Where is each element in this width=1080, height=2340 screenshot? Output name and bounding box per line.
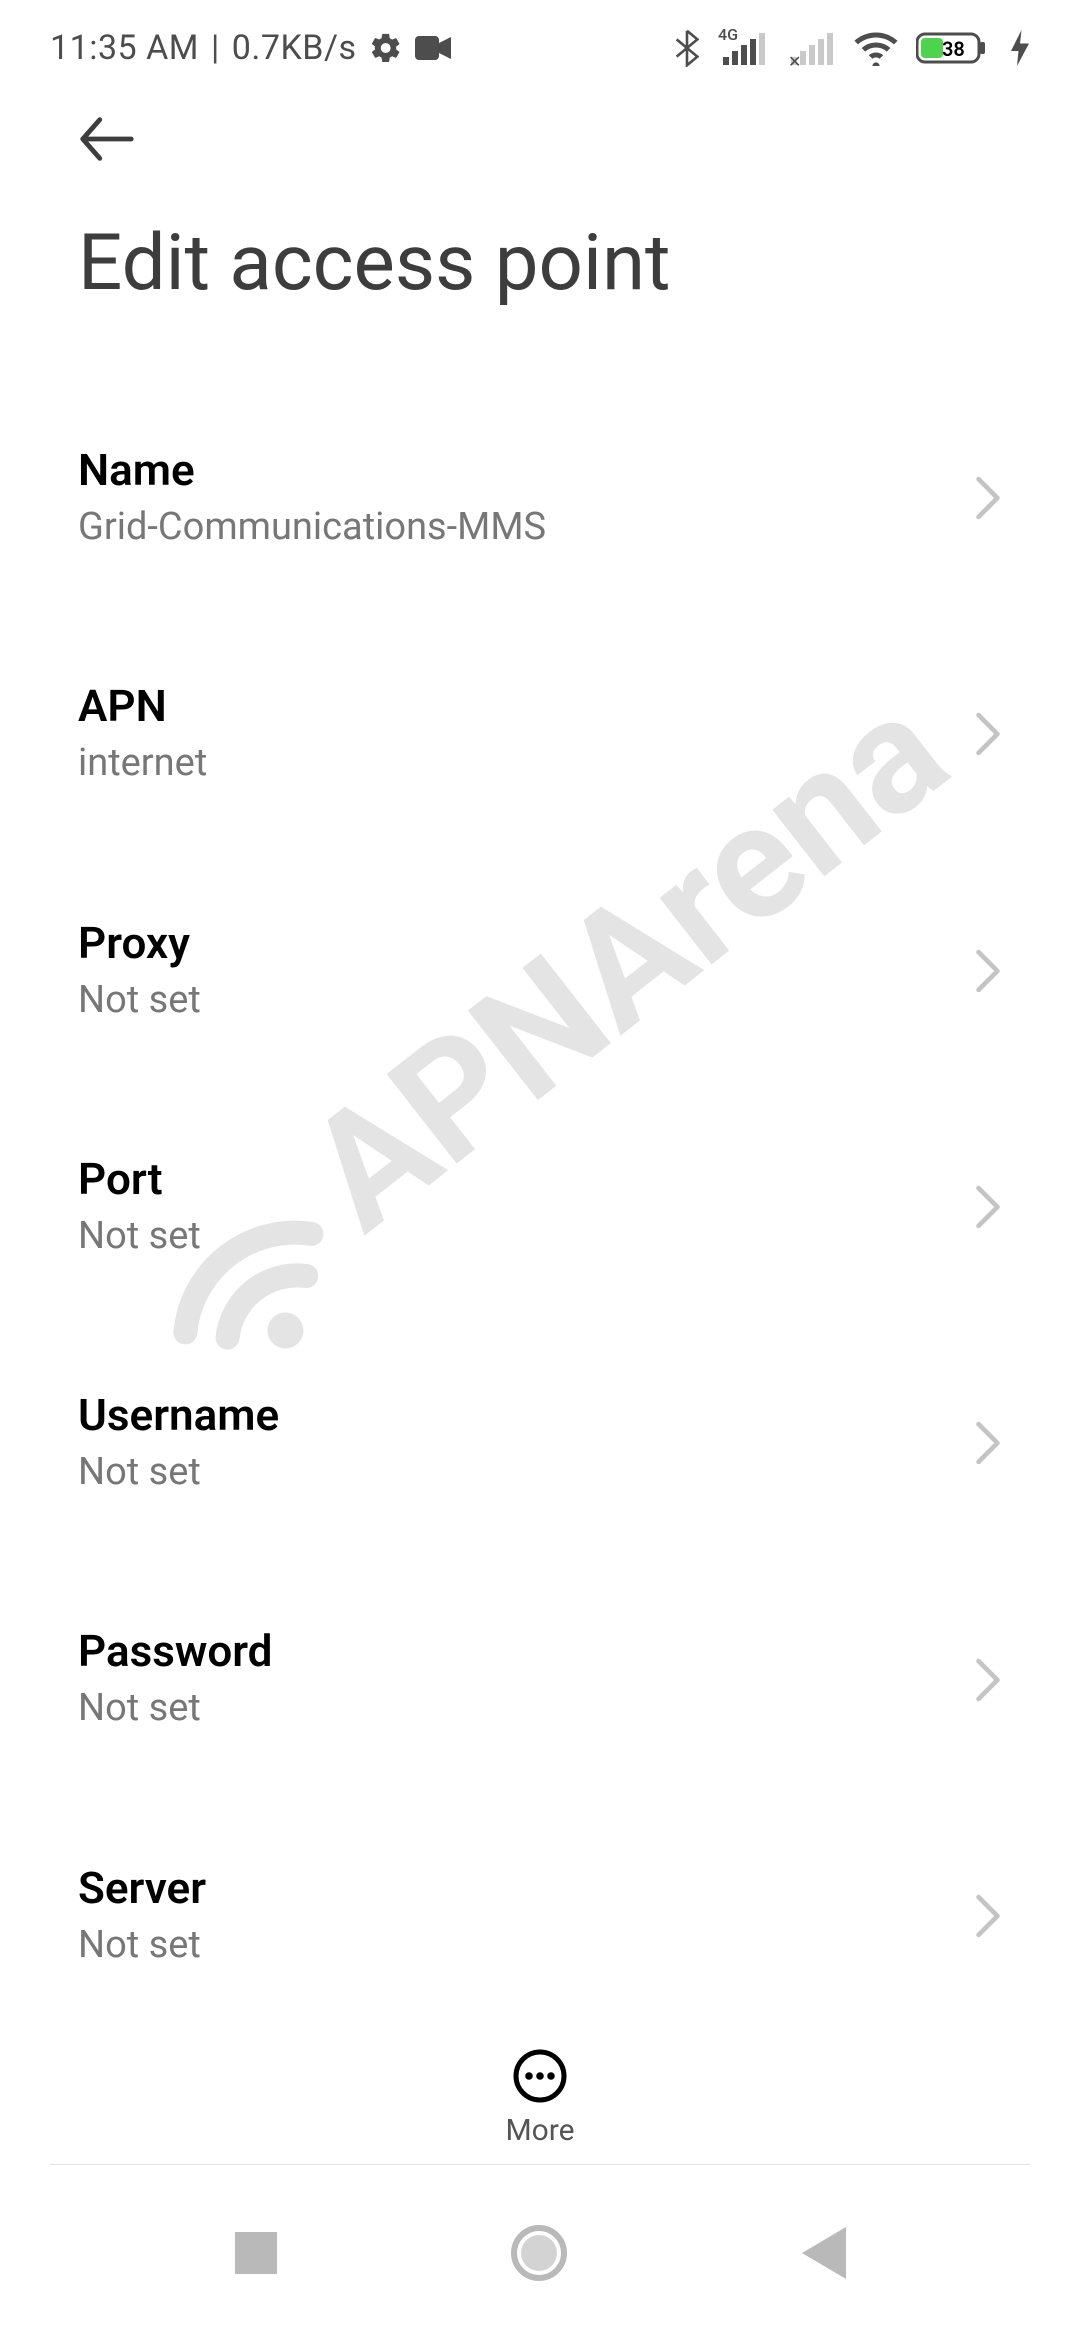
arrow-left-icon — [78, 110, 136, 168]
setting-value: Not set — [78, 1683, 272, 1734]
nav-recent-button[interactable] — [235, 2232, 277, 2274]
setting-value: Not set — [78, 1447, 279, 1498]
wifi-icon — [854, 30, 898, 66]
setting-text: Port Not set — [78, 1152, 201, 1262]
setting-label: Proxy — [78, 916, 201, 971]
bluetooth-icon — [674, 29, 700, 67]
setting-value: Not set — [78, 975, 201, 1026]
more-horizontal-icon — [513, 2049, 567, 2103]
chevron-right-icon — [974, 712, 1002, 756]
status-separator: | — [211, 28, 220, 68]
page-title: Edit access point — [78, 218, 671, 309]
chevron-right-icon — [974, 1894, 1002, 1938]
setting-row[interactable]: Username Not set — [78, 1325, 1002, 1561]
setting-label: Server — [78, 1861, 206, 1916]
chevron-right-icon — [974, 1185, 1002, 1229]
more-label: More — [505, 2113, 574, 2148]
setting-value: Not set — [78, 1920, 206, 1971]
status-bar: 11:35 AM | 0.7KB/s 4G — [0, 0, 1080, 95]
chevron-right-icon — [974, 949, 1002, 993]
settings-list: Name Grid-Communications-MMS APN interne… — [0, 380, 1080, 2080]
setting-label: APN — [78, 679, 207, 734]
nav-home-button[interactable] — [511, 2225, 567, 2281]
setting-row[interactable]: Server Not set — [78, 1798, 1002, 2034]
setting-text: Name Grid-Communications-MMS — [78, 443, 546, 553]
status-right: 4G ✕ — [674, 29, 1030, 67]
setting-label: Password — [78, 1624, 272, 1679]
setting-row[interactable]: Port Not set — [78, 1089, 1002, 1325]
setting-value: Grid-Communications-MMS — [78, 502, 546, 553]
setting-value: Not set — [78, 1211, 201, 1262]
more-area: More — [0, 2049, 1080, 2148]
gear-icon — [369, 31, 403, 65]
setting-label: Port — [78, 1152, 201, 1207]
signal-sim1: 4G — [718, 29, 768, 67]
setting-text: APN internet — [78, 679, 207, 789]
battery-icon: 38 — [916, 30, 992, 66]
setting-row[interactable]: APN internet — [78, 616, 1002, 852]
setting-value: internet — [78, 738, 207, 789]
setting-text: Proxy Not set — [78, 916, 201, 1026]
signal-sim2: ✕ — [786, 29, 836, 67]
chevron-right-icon — [974, 1421, 1002, 1465]
setting-text: Password Not set — [78, 1624, 272, 1734]
setting-label: Username — [78, 1388, 279, 1443]
setting-row[interactable]: Proxy Not set — [78, 853, 1002, 1089]
status-time: 11:35 AM — [50, 28, 199, 68]
back-button[interactable] — [78, 110, 136, 168]
chevron-right-icon — [974, 1658, 1002, 1702]
system-nav-bar — [0, 2165, 1080, 2340]
more-button[interactable]: More — [505, 2049, 574, 2148]
setting-text: Username Not set — [78, 1388, 279, 1498]
setting-row[interactable]: Password Not set — [78, 1561, 1002, 1797]
svg-text:✕: ✕ — [788, 52, 801, 67]
status-datarate: 0.7KB/s — [232, 28, 357, 68]
setting-text: Server Not set — [78, 1861, 206, 1971]
status-left: 11:35 AM | 0.7KB/s — [50, 28, 451, 68]
camera-icon — [415, 34, 451, 62]
setting-label: Name — [78, 443, 546, 498]
charging-bolt-icon — [1010, 30, 1030, 66]
setting-row[interactable]: Name Grid-Communications-MMS — [78, 380, 1002, 616]
chevron-right-icon — [974, 476, 1002, 520]
nav-back-button[interactable] — [802, 2227, 846, 2279]
